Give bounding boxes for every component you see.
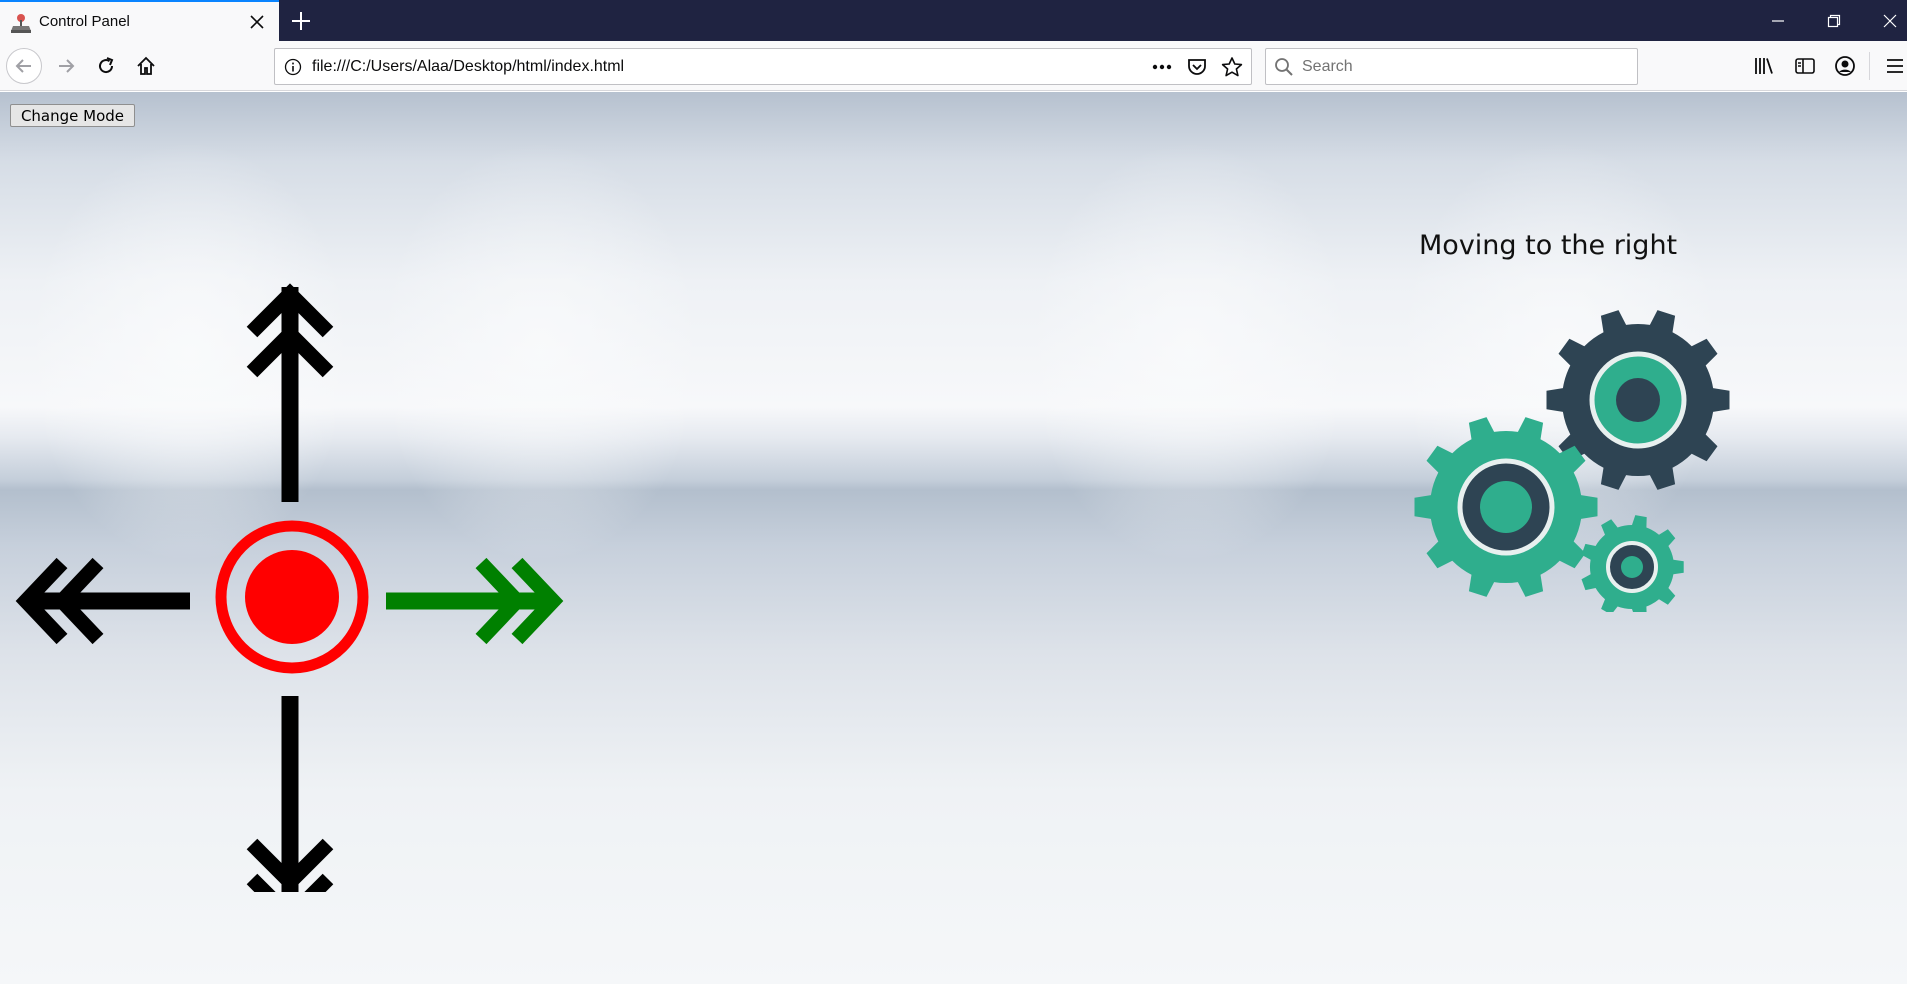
joystick-icon — [11, 14, 31, 33]
more-dots-icon[interactable] — [1151, 57, 1173, 77]
sidebar-icon — [1795, 58, 1815, 74]
home-button[interactable] — [128, 48, 164, 84]
window-restore-button[interactable] — [1811, 0, 1857, 41]
gears-icon — [1414, 310, 1730, 612]
toolbar-separator — [1869, 52, 1870, 80]
stop-button[interactable] — [215, 520, 369, 674]
back-arrow-icon — [15, 59, 31, 73]
search-input[interactable] — [1302, 55, 1622, 79]
home-icon — [137, 56, 155, 75]
account-icon — [1835, 56, 1855, 76]
new-tab-icon[interactable] — [289, 9, 313, 33]
url-text[interactable]: file:///C:/Users/Alaa/Desktop/html/index… — [312, 58, 624, 76]
forward-button[interactable] — [48, 48, 84, 84]
back-button[interactable] — [6, 48, 42, 84]
forward-arrow-icon — [59, 59, 75, 73]
left-arrow-button[interactable] — [15, 557, 190, 645]
browser-navbar: file:///C:/Users/Alaa/Desktop/html/index… — [0, 41, 1907, 91]
library-icon — [1755, 58, 1773, 74]
tab-title: Control Panel — [39, 13, 130, 30]
restore-icon — [1827, 14, 1841, 27]
url-bar[interactable]: file:///C:/Users/Alaa/Desktop/html/index… — [274, 48, 1252, 85]
browser-titlebar: Control Panel — [0, 0, 1907, 41]
page-info-icon[interactable] — [284, 58, 302, 76]
bookmark-star-icon[interactable] — [1221, 56, 1243, 78]
hamburger-menu-icon — [1887, 59, 1903, 73]
up-arrow-button[interactable] — [246, 283, 334, 502]
minimize-icon — [1772, 19, 1784, 22]
reload-button[interactable] — [88, 48, 124, 84]
tab-control-panel[interactable]: Control Panel — [0, 0, 279, 41]
reload-icon — [99, 57, 114, 74]
close-icon — [1883, 14, 1897, 27]
down-arrow-button[interactable] — [246, 696, 334, 892]
app-menu-button[interactable] — [1879, 50, 1907, 82]
right-arrow-button[interactable] — [386, 557, 564, 645]
library-button[interactable] — [1748, 50, 1780, 82]
pocket-icon[interactable] — [1187, 57, 1207, 77]
page-content: Change Mode Moving to the right — [0, 92, 1907, 984]
search-icon — [1275, 58, 1293, 76]
window-close-button[interactable] — [1867, 0, 1907, 41]
search-bar[interactable] — [1265, 48, 1638, 85]
account-button[interactable] — [1829, 50, 1861, 82]
sidebar-button[interactable] — [1789, 50, 1821, 82]
window-minimize-button[interactable] — [1755, 0, 1801, 41]
status-text: Moving to the right — [1419, 230, 1678, 261]
direction-controls — [15, 283, 564, 892]
gear-small-teal — [1581, 515, 1684, 612]
close-tab-icon[interactable] — [248, 13, 266, 31]
